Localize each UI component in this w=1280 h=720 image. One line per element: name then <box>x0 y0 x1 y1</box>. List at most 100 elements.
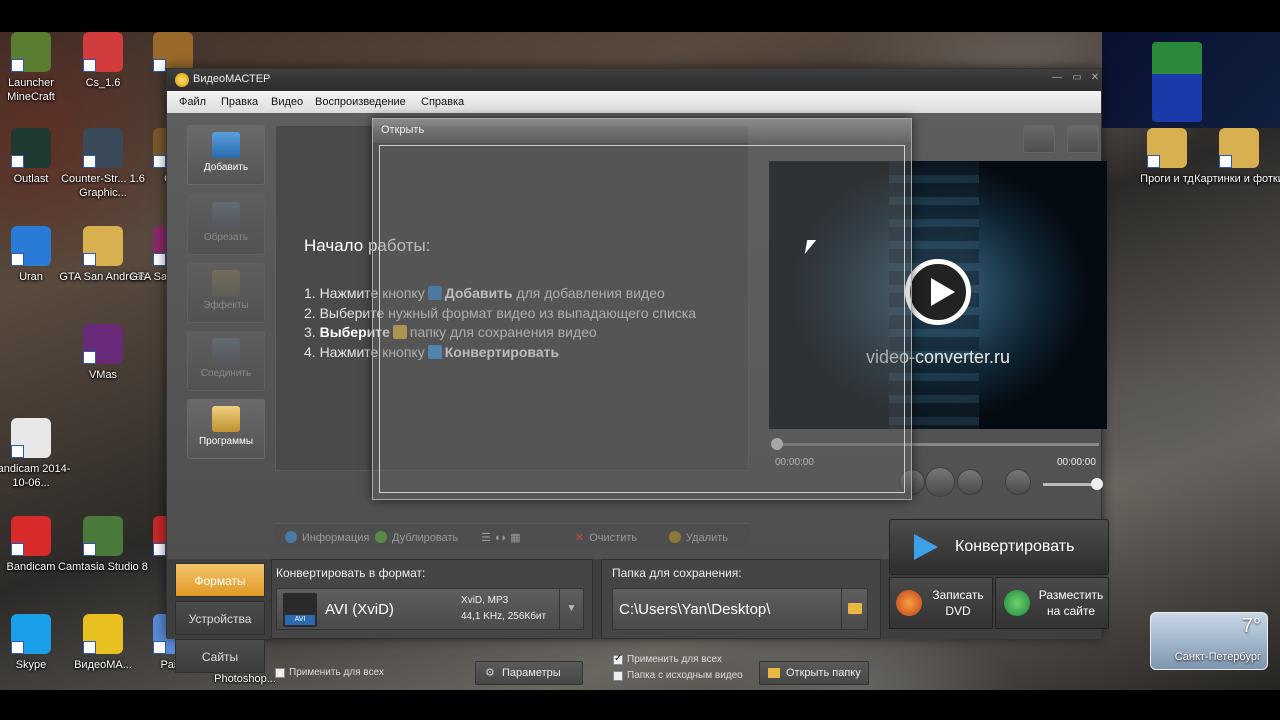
dvd-label-1: Записать <box>932 588 984 602</box>
top-letterbox <box>0 0 1280 32</box>
minecraft-icon <box>11 32 51 72</box>
format-audio: 44,1 KHz, 256Кбит <box>461 611 547 622</box>
output-panel: Папка для сохранения: C:\Users\Yan\Deskt… <box>601 559 881 639</box>
cut-button[interactable]: Обрезать <box>187 195 265 255</box>
folder-icon <box>1219 128 1259 168</box>
format-label: Конвертировать в формат: <box>276 566 426 580</box>
app-logo-icon <box>175 73 189 87</box>
duplicate-icon <box>375 531 387 543</box>
programs-button[interactable]: Программы <box>187 399 265 459</box>
tab-formats[interactable]: Форматы <box>175 563 265 597</box>
tab-devices[interactable]: Устройства <box>175 601 265 635</box>
menu-playback[interactable]: Воспроизведение <box>315 96 406 108</box>
browse-folder-button[interactable] <box>841 589 867 629</box>
open-folder-label: Открыть папку <box>786 667 861 679</box>
fullscreen-icon[interactable] <box>1067 125 1099 153</box>
effects-button[interactable]: Эффекты <box>187 263 265 323</box>
cut-icon <box>212 202 240 228</box>
chevron-down-icon[interactable]: ▼ <box>559 589 583 629</box>
play-button[interactable] <box>925 467 955 497</box>
add-button[interactable]: Добавить <box>187 125 265 185</box>
tab-sites[interactable]: Сайты <box>175 639 265 673</box>
add-button-label: Добавить <box>203 162 249 173</box>
upload-site-button[interactable]: Разместить на сайте <box>995 577 1109 629</box>
delete-icon <box>669 531 681 543</box>
menu-edit[interactable]: Правка <box>221 96 258 108</box>
avi-file-icon <box>11 418 51 458</box>
volume-icon[interactable] <box>1005 469 1031 495</box>
output-path-field[interactable]: C:\Users\Yan\Desktop\ <box>612 588 868 630</box>
info-button[interactable]: Информация <box>285 531 369 544</box>
format-badge: AVI <box>285 615 315 625</box>
gear-icon: ⚙ <box>485 667 495 679</box>
site-label-1: Разместить <box>1038 588 1104 602</box>
close-button[interactable]: ✕ <box>1087 72 1103 86</box>
format-select[interactable]: AVI AVI (XviD) XviD, MP3 44,1 KHz, 256Кб… <box>276 588 584 630</box>
clear-icon: ✕ <box>575 532 585 544</box>
step-3-text: 3. <box>304 324 316 340</box>
clear-button[interactable]: ✕ Очистить <box>575 531 637 544</box>
open-dialog[interactable]: Открыть <box>372 118 912 500</box>
output-apply-all-checkbox[interactable] <box>613 653 623 665</box>
desktop-icon-label: Картинки и фотки <box>1194 173 1280 185</box>
title-bar[interactable]: ВидеоМАСТЕР — ▭ ✕ <box>167 69 1101 91</box>
convert-button[interactable]: Конвертировать <box>889 519 1109 575</box>
bandicam-icon <box>11 516 51 556</box>
join-button-label: Соединить <box>200 368 252 379</box>
info-label: Информация <box>302 532 370 544</box>
output-apply-all-label: Применить для всех <box>627 654 722 665</box>
parameters-button[interactable]: ⚙ Параметры <box>475 661 583 685</box>
shortcut-icon <box>83 32 123 72</box>
volume-slider[interactable] <box>1043 478 1103 490</box>
site-label-2: на сайте <box>1046 604 1096 618</box>
desktop-icon-label: VMas <box>88 369 118 381</box>
add-video-icon <box>212 132 240 158</box>
window-title: ВидеоМАСТЕР <box>193 73 271 85</box>
desktop-icon-vmas[interactable]: VMas <box>58 324 148 382</box>
next-frame-button[interactable] <box>957 469 983 495</box>
dialog-title-bar[interactable]: Открыть <box>373 119 911 143</box>
desktop-icon-label: bandicam 2014-10-06... <box>0 463 71 489</box>
source-folder-label: Папка с исходным видео <box>627 670 743 681</box>
film-format-icon: AVI <box>283 593 317 627</box>
output-path: C:\Users\Yan\Desktop\ <box>619 601 771 618</box>
dialog-title: Открыть <box>381 124 425 136</box>
volume-knob[interactable] <box>1091 478 1103 490</box>
format-panel: Конвертировать в формат: AVI AVI (XviD) … <box>271 559 593 639</box>
maximize-button[interactable]: ▭ <box>1069 72 1085 86</box>
convert-arrow-icon <box>914 534 938 560</box>
duplicate-button[interactable]: Дублировать <box>375 531 458 544</box>
open-folder-button[interactable]: Открыть папку <box>759 661 869 685</box>
desktop-icon-kartinki-folder[interactable]: Картинки и фотки <box>1194 128 1280 186</box>
gta-icon <box>153 32 193 72</box>
upload-icon <box>1004 590 1030 616</box>
weather-city: Санкт-Петербург <box>1174 651 1261 663</box>
view-toggle[interactable]: ☰ ◖◗ ▦ <box>481 531 521 544</box>
menu-file[interactable]: Файл <box>179 96 206 108</box>
snapshot-camera-icon[interactable] <box>1023 125 1055 153</box>
dialog-body[interactable] <box>379 145 905 493</box>
join-button[interactable]: Соединить <box>187 331 265 391</box>
format-apply-all-checkbox[interactable] <box>275 668 285 678</box>
folder-icon <box>848 603 862 614</box>
weather-gadget[interactable]: 7° Санкт-Петербург <box>1150 612 1268 670</box>
play-overlay-icon[interactable] <box>905 259 971 325</box>
minimize-button[interactable]: — <box>1049 72 1065 86</box>
folder-icon <box>83 226 123 266</box>
info-icon <box>285 531 297 543</box>
bottom-letterbox <box>0 690 1280 720</box>
menu-video[interactable]: Видео <box>271 96 303 108</box>
programs-icon <box>212 406 240 432</box>
delete-button[interactable]: Удалить <box>669 531 728 544</box>
parameters-label: Параметры <box>502 667 561 679</box>
menu-help[interactable]: Справка <box>421 96 464 108</box>
burn-dvd-button[interactable]: Записать DVD <box>889 577 993 629</box>
source-folder-checkbox[interactable] <box>613 671 623 681</box>
desktop-icon-bandicam-video[interactable]: bandicam 2014-10-06... <box>0 418 76 490</box>
outlast-icon <box>11 128 51 168</box>
skype-icon <box>11 614 51 654</box>
format-apply-all-label: Применить для всех <box>289 667 384 678</box>
webcam-figure <box>1152 42 1202 122</box>
output-label: Папка для сохранения: <box>612 566 742 580</box>
clear-label: Очистить <box>589 532 638 544</box>
